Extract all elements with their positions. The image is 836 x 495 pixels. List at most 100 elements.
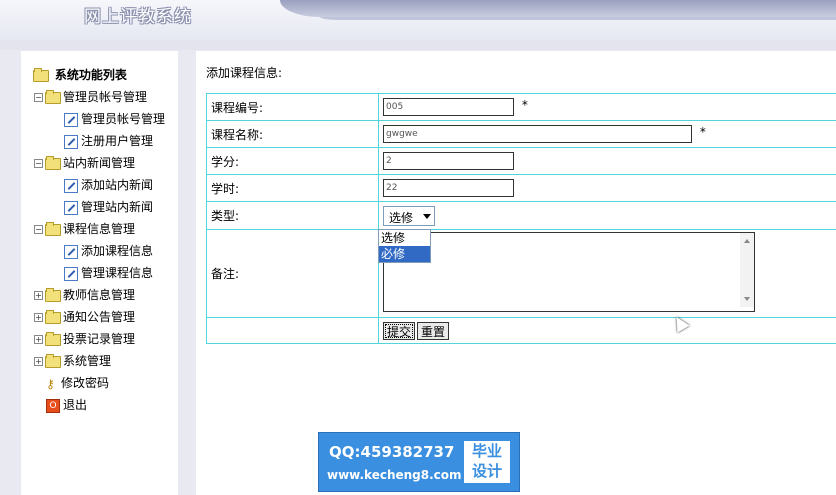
chevron-down-icon[interactable] xyxy=(423,213,431,219)
tree-item-logout[interactable]: O 退出 xyxy=(31,394,165,416)
credit-cell xyxy=(378,147,836,175)
credit-input[interactable] xyxy=(383,152,514,170)
watermark-banner: QQ:459382737 www.kecheng8.com 毕业 设计 xyxy=(318,432,520,492)
watermark-url: www.kecheng8.com xyxy=(327,468,462,482)
function-tree: 系统功能列表 − 管理员帐号管理 管理员帐号管理 注册用户管理 − 站内新闻管理 添… xyxy=(31,64,165,416)
expand-icon[interactable]: + xyxy=(34,291,43,300)
watermark-badge-line1: 毕业 xyxy=(471,442,502,460)
remark-wrapper xyxy=(383,232,755,315)
form-row-credit: 学分: xyxy=(206,147,836,175)
edit-page-icon xyxy=(64,266,78,281)
tree-item-label[interactable]: 添加课程信息 xyxy=(81,244,153,258)
form-row-course-name: 课程名称: * xyxy=(206,120,836,148)
form-row-course-no: 课程编号: * xyxy=(206,93,836,121)
course-form: 课程编号: * 课程名称: * 学分: 学时: 类型: xyxy=(206,93,836,344)
credit-label: 学分: xyxy=(206,147,379,175)
tree-item-label[interactable]: 管理站内新闻 xyxy=(81,200,153,214)
folder-open-icon xyxy=(33,67,49,82)
reset-button[interactable]: 重置 xyxy=(417,321,450,340)
required-mark: * xyxy=(521,98,528,112)
course-no-cell: * xyxy=(378,93,836,121)
edit-page-icon xyxy=(64,134,78,149)
remark-textarea[interactable] xyxy=(383,232,755,312)
remark-label: 备注: xyxy=(206,229,379,318)
actions-cell: 提交 重置 xyxy=(378,317,836,344)
form-row-remark: 备注: xyxy=(206,229,836,318)
tree-item-registered-users[interactable]: 注册用户管理 xyxy=(31,130,165,152)
tree-item-change-password[interactable]: ⚷ 修改密码 xyxy=(31,372,165,394)
type-label: 类型: xyxy=(206,201,379,230)
edit-page-icon xyxy=(64,178,78,193)
expand-icon[interactable]: + xyxy=(34,335,43,344)
edit-page-icon xyxy=(64,244,78,259)
tree-item-label[interactable]: 管理员帐号管理 xyxy=(81,112,165,126)
watermark-qq: QQ:459382737 xyxy=(329,443,455,461)
tree-item-add-news[interactable]: 添加站内新闻 xyxy=(31,174,165,196)
type-dropdown-list: 选修 必修 xyxy=(378,229,431,263)
folder-open-icon xyxy=(45,221,61,236)
hours-cell xyxy=(378,174,836,202)
collapse-icon[interactable]: − xyxy=(34,225,43,234)
tree-group-label[interactable]: 课程信息管理 xyxy=(63,222,135,236)
tree-item-label[interactable]: 退出 xyxy=(63,398,87,412)
scroll-down-icon[interactable] xyxy=(744,297,750,301)
exit-icon: O xyxy=(46,398,60,413)
watermark-badge: 毕业 设计 xyxy=(464,441,510,483)
type-option-required[interactable]: 必修 xyxy=(379,246,430,262)
course-name-label: 课程名称: xyxy=(206,120,379,148)
form-row-type: 类型: 选修 xyxy=(206,201,836,230)
tree-group-label[interactable]: 系统管理 xyxy=(63,354,111,368)
tree-item-add-course[interactable]: 添加课程信息 xyxy=(31,240,165,262)
hours-label: 学时: xyxy=(206,174,379,202)
tree-group-label[interactable]: 管理员帐号管理 xyxy=(63,90,147,104)
tree-item-label[interactable]: 管理课程信息 xyxy=(81,266,153,280)
form-row-hours: 学时: xyxy=(206,174,836,202)
key-icon: ⚷ xyxy=(46,376,55,391)
type-select[interactable]: 选修 xyxy=(383,205,435,226)
collapse-icon[interactable]: − xyxy=(34,93,43,102)
expand-icon[interactable]: + xyxy=(34,313,43,322)
type-selected-value: 选修 xyxy=(389,210,414,225)
app-title: 网上评教系统 xyxy=(84,7,192,27)
scroll-up-icon[interactable] xyxy=(744,239,750,243)
folder-icon xyxy=(45,309,61,324)
tree-group-teacher[interactable]: + 教师信息管理 xyxy=(31,284,165,306)
tree-group-news[interactable]: − 站内新闻管理 xyxy=(31,152,165,174)
tree-group-admin[interactable]: − 管理员帐号管理 xyxy=(31,86,165,108)
tree-group-label[interactable]: 投票记录管理 xyxy=(63,332,135,346)
actions-label-cell xyxy=(206,317,379,344)
tree-item-label[interactable]: 添加站内新闻 xyxy=(81,178,153,192)
hours-input[interactable] xyxy=(383,179,514,197)
remark-scrollbar[interactable] xyxy=(740,233,754,307)
section-title: 添加课程信息: xyxy=(206,66,283,80)
course-no-input[interactable] xyxy=(383,98,514,116)
course-name-cell: * xyxy=(378,120,836,148)
form-row-actions: 提交 重置 xyxy=(206,317,836,344)
header-banner: 网上评教系统 xyxy=(0,0,836,40)
tree-item-manage-course[interactable]: 管理课程信息 xyxy=(31,262,165,284)
tree-group-label[interactable]: 站内新闻管理 xyxy=(63,156,135,170)
main-content: 添加课程信息: 课程编号: * 课程名称: * 学分: 学时: xyxy=(196,51,836,495)
tree-item-label[interactable]: 注册用户管理 xyxy=(81,134,153,148)
edit-page-icon xyxy=(64,112,78,127)
type-option-elective[interactable]: 选修 xyxy=(379,230,430,246)
tree-group-vote[interactable]: + 投票记录管理 xyxy=(31,328,165,350)
folder-open-icon xyxy=(45,155,61,170)
course-name-input[interactable] xyxy=(383,125,692,143)
type-cell: 选修 xyxy=(378,201,836,230)
tree-group-label[interactable]: 通知公告管理 xyxy=(63,310,135,324)
tree-item-manage-news[interactable]: 管理站内新闻 xyxy=(31,196,165,218)
header-band xyxy=(0,40,836,50)
tree-group-system[interactable]: + 系统管理 xyxy=(31,350,165,372)
tree-item-label[interactable]: 修改密码 xyxy=(61,376,109,390)
sidebar: 系统功能列表 − 管理员帐号管理 管理员帐号管理 注册用户管理 − 站内新闻管理 添… xyxy=(21,51,178,495)
required-mark: * xyxy=(699,125,706,139)
tree-group-course[interactable]: − 课程信息管理 xyxy=(31,218,165,240)
tree-group-label[interactable]: 教师信息管理 xyxy=(63,288,135,302)
expand-icon[interactable]: + xyxy=(34,357,43,366)
tree-item-admin-accounts[interactable]: 管理员帐号管理 xyxy=(31,108,165,130)
remark-cell xyxy=(378,229,836,318)
submit-button[interactable]: 提交 xyxy=(383,321,416,340)
collapse-icon[interactable]: − xyxy=(34,159,43,168)
tree-group-notice[interactable]: + 通知公告管理 xyxy=(31,306,165,328)
